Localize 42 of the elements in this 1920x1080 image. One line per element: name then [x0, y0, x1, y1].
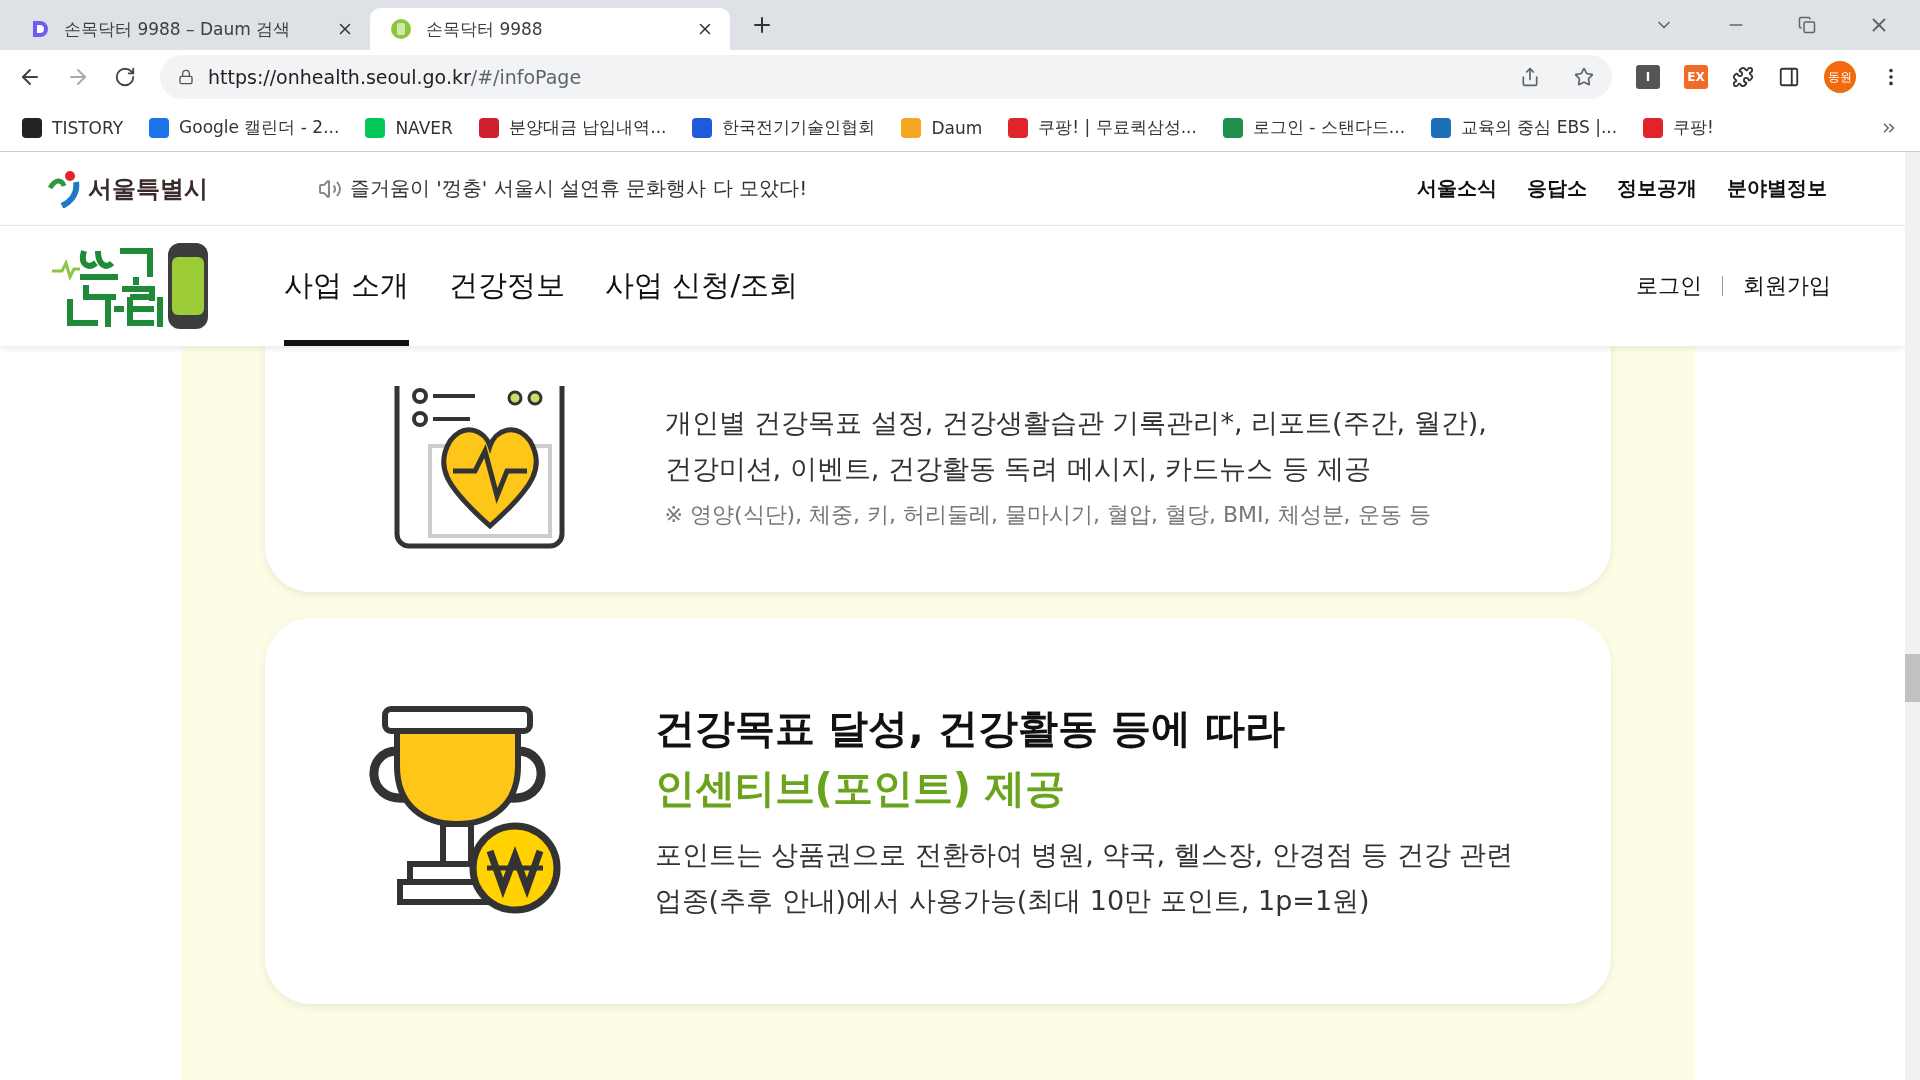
notice-text[interactable]: 즐거움이 '껑충' 서울시 설연휴 문화행사 다 모았다! — [318, 175, 808, 202]
share-icon[interactable] — [1520, 67, 1540, 87]
url-text: https://onhealth.seoul.go.kr/#/infoPage — [208, 66, 583, 88]
browser-tab[interactable]: 손목닥터 9988 – Daum 검색 — [10, 8, 370, 50]
bookmark[interactable]: Daum — [901, 117, 983, 138]
top-link[interactable]: 응답소 — [1527, 175, 1587, 202]
nav-tab[interactable]: 사업 신청/조회 — [605, 226, 799, 346]
extension-icon[interactable]: I — [1636, 65, 1660, 89]
bookmark[interactable]: TISTORY — [22, 117, 124, 138]
bookmark[interactable]: NAVER — [365, 117, 453, 138]
seoul-logo[interactable]: 서울특별시 — [48, 169, 208, 208]
top-link[interactable]: 서울소식 — [1417, 175, 1497, 202]
daum-favicon-icon — [30, 19, 50, 39]
lock-icon — [178, 69, 194, 85]
star-icon[interactable] — [1574, 67, 1594, 87]
watch-favicon-icon — [390, 18, 412, 40]
login-link[interactable]: 로그인 — [1636, 271, 1702, 301]
bookmark[interactable]: Google 캘린더 - 2... — [149, 116, 340, 139]
bookmark[interactable]: 쿠팡! — [1643, 116, 1714, 139]
puzzle-icon[interactable] — [1732, 66, 1754, 88]
card-note: ※ 영양(식단), 체중, 키, 허리둘레, 물마시기, 혈압, 혈당, BMI, 체성분, 운동 등 — [664, 500, 1432, 529]
scrollbar[interactable] — [1905, 152, 1920, 1080]
side-panel-icon[interactable] — [1778, 66, 1800, 88]
browser-tab[interactable]: 손목닥터 9988 — [370, 8, 730, 50]
bookmark[interactable]: 교육의 중심 EBS |... — [1431, 116, 1618, 139]
nav-tab[interactable]: 건강정보 — [449, 226, 566, 346]
top-link[interactable]: 분야별정보 — [1727, 175, 1827, 202]
card-title: 건강목표 달성, 건강활동 등에 따라 — [654, 704, 1287, 754]
card-description: 포인트는 상품권으로 전환하여 병원, 약국, 헬스장, 안경점 등 건강 관련 업종(추후 안내)에서 사용가능(최대 10만 포인트, 1p=1원) — [654, 838, 1514, 918]
signup-link[interactable]: 회원가입 — [1743, 271, 1831, 301]
card-title: 인센티브(포인트) 제공 — [654, 764, 1066, 814]
scroll-thumb[interactable] — [1905, 654, 1920, 702]
bookmark[interactable]: 로그인 - 스탠다드... — [1222, 116, 1406, 139]
bookmark[interactable]: 쿠팡! | 무료퀵삼성... — [1008, 116, 1197, 139]
bookmark[interactable]: 분양대금 납입내역... — [478, 116, 667, 139]
bookmark[interactable]: 한국전기기술인협회 — [692, 116, 876, 139]
card-description: 개인별 건강목표 설정, 건강생활습관 기록관리*, 리포트(주간, 월간), 건강미션, 이벤트, 건강활동 독려 메시지, 카드뉴스 등 제공 — [664, 406, 1487, 486]
watch-doctor-logo[interactable] — [50, 241, 210, 331]
reload-icon[interactable] — [114, 66, 136, 88]
top-link[interactable]: 정보공개 — [1617, 175, 1697, 202]
restore-icon[interactable] — [1798, 14, 1816, 36]
address-bar[interactable]: https://onhealth.seoul.go.kr/#/infoPage — [160, 55, 1612, 99]
